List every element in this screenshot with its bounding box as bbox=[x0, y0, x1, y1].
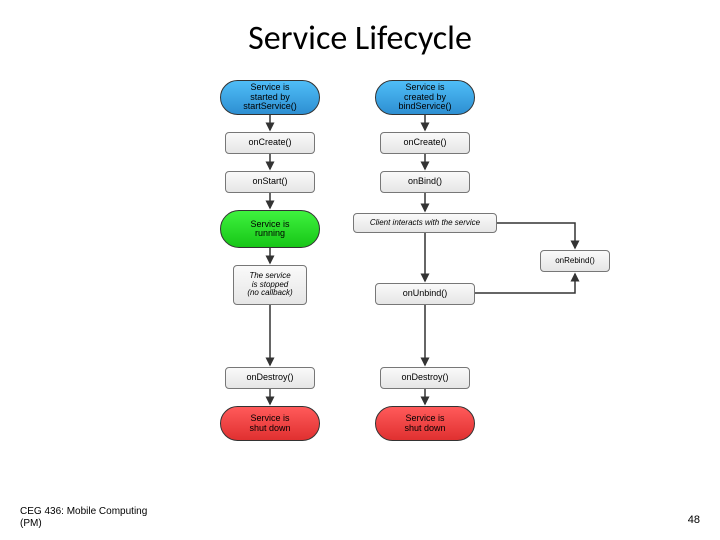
left-start-pill: Service isstarted bystartService() bbox=[220, 80, 320, 115]
right-oncreate-box: onCreate() bbox=[380, 132, 470, 154]
left-running-pill: Service isrunning bbox=[220, 210, 320, 248]
right-shutdown-pill: Service isshut down bbox=[375, 406, 475, 441]
right-onunbind-box: onUnbind() bbox=[375, 283, 475, 305]
slide-title: Service Lifecycle bbox=[0, 18, 720, 59]
right-onrebind-box: onRebind() bbox=[540, 250, 610, 272]
footer-page-number: 48 bbox=[688, 514, 700, 526]
footer-course: CEG 436: Mobile Computing (PM) bbox=[20, 506, 147, 530]
right-ondestroy-box: onDestroy() bbox=[380, 367, 470, 389]
right-onbind-box: onBind() bbox=[380, 171, 470, 193]
left-onstart-box: onStart() bbox=[225, 171, 315, 193]
diagram-arrows bbox=[0, 75, 720, 495]
left-shutdown-pill: Service isshut down bbox=[220, 406, 320, 441]
footer-course-name: CEG 436: Mobile Computing bbox=[20, 506, 147, 517]
right-start-pill: Service iscreated bybindService() bbox=[375, 80, 475, 115]
footer-author: (PM) bbox=[20, 518, 42, 529]
left-stopped-box: The serviceis stopped(no callback) bbox=[233, 265, 307, 305]
lifecycle-diagram: Service isstarted bystartService() onCre… bbox=[0, 75, 720, 495]
left-oncreate-box: onCreate() bbox=[225, 132, 315, 154]
right-client-box: Client interacts with the service bbox=[353, 213, 497, 233]
left-ondestroy-box: onDestroy() bbox=[225, 367, 315, 389]
